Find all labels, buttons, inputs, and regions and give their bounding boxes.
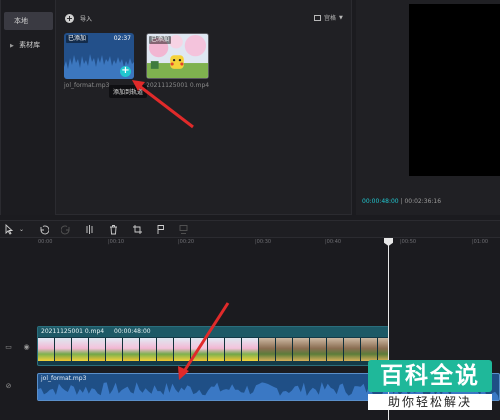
- flag-icon[interactable]: [155, 224, 166, 235]
- video-file-name: 20211125001 0.mp4: [146, 82, 210, 89]
- ruler-label: |01:00: [472, 239, 489, 245]
- ruler-label: |00:10: [108, 239, 125, 245]
- video-clip-header: 20211125001 0.mp4 00:00:48:00: [38, 327, 388, 337]
- filmstrip-frame: [327, 338, 344, 361]
- grid-icon: [314, 14, 321, 21]
- player-timecode: 00:00:48:00 | 00:02:36:16: [362, 198, 441, 205]
- filmstrip-frame: [157, 338, 174, 361]
- filmstrip-frame: [89, 338, 106, 361]
- select-cursor-icon[interactable]: [4, 223, 15, 235]
- audio-clip-name: jol_format.mp3: [41, 375, 87, 382]
- added-badge: 已添加: [149, 36, 172, 44]
- delete-icon[interactable]: [108, 224, 119, 235]
- add-to-track-tooltip: 添加到轨道: [109, 85, 148, 98]
- watermark: 百科全说 助你轻松解决: [368, 358, 492, 412]
- sidebar-item-label: 素材库: [19, 41, 41, 49]
- current-time: 00:00:48:00: [362, 198, 399, 205]
- video-clip-duration: 00:00:48:00: [114, 328, 151, 335]
- filmstrip-frame: [225, 338, 242, 361]
- filmstrip-frame: [174, 338, 191, 361]
- sidebar-item-local[interactable]: 本地: [4, 12, 53, 30]
- media-card-video[interactable]: 已添加: [146, 33, 209, 79]
- filmstrip-frame: [191, 338, 208, 361]
- crop-icon[interactable]: [132, 224, 143, 235]
- undo-icon[interactable]: [38, 224, 50, 235]
- added-badge: 已添加: [66, 35, 89, 43]
- ruler-label: |00:50: [400, 239, 417, 245]
- plus-icon: +: [65, 13, 74, 23]
- filmstrip-frame: [259, 338, 276, 361]
- filmstrip-frame: [344, 338, 361, 361]
- filmstrip-frame: [123, 338, 140, 361]
- ruler-label: |00:30: [255, 239, 272, 245]
- sidebar-item-label: 本地: [14, 17, 28, 25]
- total-time: 00:02:36:16: [404, 198, 442, 205]
- triangle-right-icon: ▶: [10, 43, 14, 49]
- view-mode-dropdown[interactable]: 宫格 ▼: [314, 13, 343, 22]
- add-to-track-button[interactable]: +: [120, 66, 131, 77]
- timeline-toolbar: ⌄: [0, 220, 500, 238]
- filmstrip-frame: [55, 338, 72, 361]
- ruler-label: |00:20: [178, 239, 195, 245]
- redo-icon[interactable]: [60, 224, 72, 235]
- media-panel: 本地 ▶ 素材库 + 导入 宫格 ▼ 已添加 02:37 + 已添加 jol_f…: [0, 0, 352, 215]
- preview-player: 00:00:48:00 | 00:02:36:16: [356, 0, 500, 215]
- filmstrip-frame: [38, 338, 55, 361]
- view-mode-label: 宫格: [324, 15, 337, 22]
- ruler-label: |00:40: [325, 239, 342, 245]
- audio-duration: 02:37: [113, 35, 131, 42]
- filmstrip-frame: [106, 338, 123, 361]
- timeline-ruler[interactable]: 00:00 |00:10 |00:20 |00:30 |00:40 |00:50…: [0, 238, 500, 250]
- chevron-down-icon: ▼: [339, 14, 343, 21]
- audio-file-name: jol_format.mp3: [64, 82, 110, 89]
- filmstrip-frame: [242, 338, 259, 361]
- eye-icon[interactable]: ◉: [22, 343, 31, 352]
- audio-track-icon[interactable]: ⊘: [4, 382, 13, 391]
- video-filmstrip: [38, 338, 388, 361]
- filmstrip-frame: [208, 338, 225, 361]
- import-label: 导入: [80, 15, 93, 23]
- video-track-icon: ▭: [5, 343, 12, 351]
- video-clip-name: 20211125001 0.mp4: [41, 328, 105, 335]
- sidebar-item-library[interactable]: ▶ 素材库: [4, 36, 53, 54]
- chevron-down-icon[interactable]: ⌄: [16, 224, 27, 235]
- media-sidebar: 本地 ▶ 素材库: [1, 0, 56, 215]
- watermark-logo: 百科全说: [368, 360, 492, 392]
- import-button[interactable]: + 导入: [65, 12, 92, 24]
- watermark-subtitle: 助你轻松解决: [368, 394, 492, 410]
- filmstrip-frame: [72, 338, 89, 361]
- freeze-icon[interactable]: [178, 224, 189, 235]
- filmstrip-frame: [293, 338, 310, 361]
- split-icon[interactable]: [84, 224, 95, 235]
- filmstrip-frame: [310, 338, 327, 361]
- filmstrip-frame: [140, 338, 157, 361]
- filmstrip-frame: [276, 338, 293, 361]
- player-screen[interactable]: [409, 4, 500, 176]
- ruler-label: 00:00: [38, 239, 53, 245]
- video-clip[interactable]: 20211125001 0.mp4 00:00:48:00: [37, 326, 389, 366]
